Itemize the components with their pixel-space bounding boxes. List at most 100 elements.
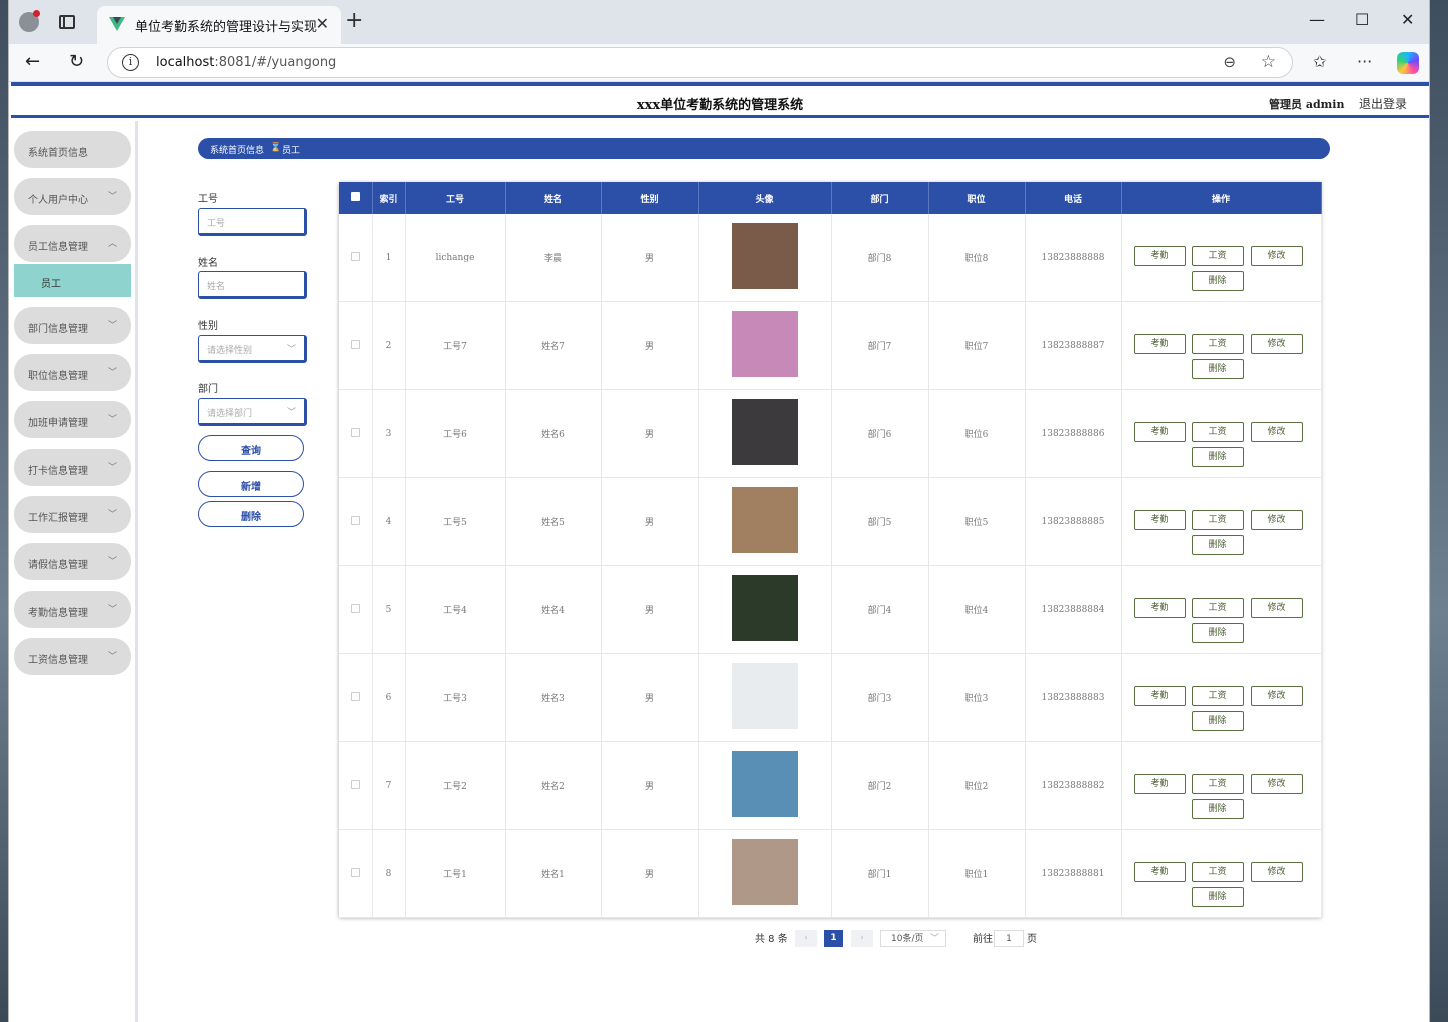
edit-button[interactable]: 修改 bbox=[1250, 598, 1303, 619]
xingbie-select[interactable]: 请选择性别 ﹀ bbox=[198, 335, 307, 363]
close-tab-icon[interactable]: ✕ bbox=[316, 14, 329, 33]
row-checkbox[interactable] bbox=[350, 779, 360, 789]
row-select-cell[interactable] bbox=[339, 653, 373, 743]
prev-page-icon[interactable]: ‹ bbox=[795, 930, 817, 947]
avatar[interactable] bbox=[731, 487, 798, 554]
sidebar-item-reports[interactable]: 工作汇报管理 ﹀ bbox=[14, 496, 131, 533]
delete-row-button[interactable]: 删除 bbox=[1191, 359, 1244, 380]
avatar[interactable] bbox=[731, 839, 798, 906]
row-checkbox[interactable] bbox=[350, 251, 360, 261]
minimize-icon[interactable]: — bbox=[1309, 10, 1325, 29]
delete-button[interactable]: 删除 bbox=[198, 501, 304, 527]
copilot-icon[interactable] bbox=[1397, 52, 1419, 74]
attendance-button[interactable]: 考勤 bbox=[1133, 862, 1186, 883]
site-info-icon[interactable]: i bbox=[122, 54, 139, 71]
sidebar-item-leave[interactable]: 请假信息管理 ﹀ bbox=[14, 543, 131, 580]
salary-button[interactable]: 工资 bbox=[1191, 510, 1244, 531]
salary-button[interactable]: 工资 bbox=[1191, 246, 1244, 267]
sidebar-item-salary[interactable]: 工资信息管理 ﹀ bbox=[14, 638, 131, 675]
edit-button[interactable]: 修改 bbox=[1250, 334, 1303, 355]
more-options-icon[interactable]: ··· bbox=[1357, 52, 1372, 71]
avatar[interactable] bbox=[731, 663, 798, 730]
select-all-checkbox[interactable] bbox=[350, 192, 360, 201]
gonghao-input[interactable]: 工号 bbox=[198, 208, 307, 236]
delete-row-button[interactable]: 删除 bbox=[1191, 711, 1244, 732]
xingming-input[interactable]: 姓名 bbox=[198, 271, 307, 299]
favorites-icon[interactable]: ✩ bbox=[1313, 52, 1326, 71]
row-checkbox[interactable] bbox=[350, 427, 360, 437]
row-checkbox[interactable] bbox=[350, 691, 360, 701]
sidebar-item-attendance[interactable]: 考勤信息管理 ﹀ bbox=[14, 591, 131, 628]
add-button[interactable]: 新增 bbox=[198, 471, 304, 497]
avatar[interactable] bbox=[731, 311, 798, 378]
attendance-button[interactable]: 考勤 bbox=[1133, 510, 1186, 531]
salary-button[interactable]: 工资 bbox=[1191, 862, 1244, 883]
maximize-icon[interactable]: ☐ bbox=[1355, 10, 1369, 29]
sidebar-item-overtime[interactable]: 加班申请管理 ﹀ bbox=[14, 401, 131, 438]
attendance-button[interactable]: 考勤 bbox=[1133, 774, 1186, 795]
row-checkbox[interactable] bbox=[350, 515, 360, 525]
bumen-select[interactable]: 请选择部门 ﹀ bbox=[198, 398, 307, 426]
salary-button[interactable]: 工资 bbox=[1191, 598, 1244, 619]
row-select-cell[interactable] bbox=[339, 389, 373, 479]
row-select-cell[interactable] bbox=[339, 214, 373, 303]
tab-actions-icon[interactable] bbox=[59, 15, 75, 29]
delete-row-button[interactable]: 删除 bbox=[1191, 887, 1244, 908]
delete-row-button[interactable]: 删除 bbox=[1191, 535, 1244, 556]
edit-button[interactable]: 修改 bbox=[1250, 774, 1303, 795]
attendance-button[interactable]: 考勤 bbox=[1133, 334, 1186, 355]
edit-button[interactable]: 修改 bbox=[1250, 510, 1303, 531]
refresh-icon[interactable]: ↻ bbox=[69, 51, 84, 72]
browser-tab[interactable]: 单位考勤系统的管理设计与实现 ✕ bbox=[97, 6, 341, 44]
salary-button[interactable]: 工资 bbox=[1191, 686, 1244, 707]
sidebar-item-clockin[interactable]: 打卡信息管理 ﹀ bbox=[14, 449, 131, 486]
sidebar-item-profile[interactable]: 个人用户中心 ﹀ bbox=[14, 178, 131, 215]
row-checkbox[interactable] bbox=[350, 867, 360, 877]
sidebar-subitem-employee[interactable]: 员工 bbox=[14, 264, 131, 297]
row-select-cell[interactable] bbox=[339, 829, 373, 919]
back-arrow-icon[interactable]: ← bbox=[25, 51, 40, 72]
edit-button[interactable]: 修改 bbox=[1250, 686, 1303, 707]
salary-button[interactable]: 工资 bbox=[1191, 774, 1244, 795]
page-1-button[interactable]: 1 bbox=[824, 930, 843, 947]
edit-button[interactable]: 修改 bbox=[1250, 422, 1303, 443]
url-input[interactable]: i localhost:8081/#/yuangong ⊖ ☆ bbox=[107, 47, 1293, 78]
salary-button[interactable]: 工资 bbox=[1191, 334, 1244, 355]
delete-row-button[interactable]: 删除 bbox=[1191, 799, 1244, 820]
sidebar-item-positions[interactable]: 职位信息管理 ﹀ bbox=[14, 354, 131, 391]
sidebar-item-departments[interactable]: 部门信息管理 ﹀ bbox=[14, 307, 131, 344]
row-checkbox[interactable] bbox=[350, 339, 360, 349]
zoom-out-icon[interactable]: ⊖ bbox=[1223, 53, 1236, 71]
row-checkbox[interactable] bbox=[350, 603, 360, 613]
avatar[interactable] bbox=[731, 751, 798, 818]
attendance-button[interactable]: 考勤 bbox=[1133, 598, 1186, 619]
row-select-cell[interactable] bbox=[339, 477, 373, 567]
attendance-button[interactable]: 考勤 bbox=[1133, 422, 1186, 443]
avatar[interactable] bbox=[731, 399, 798, 466]
row-select-cell[interactable] bbox=[339, 565, 373, 655]
edit-button[interactable]: 修改 bbox=[1250, 246, 1303, 267]
attendance-button[interactable]: 考勤 bbox=[1133, 246, 1186, 267]
new-tab-icon[interactable]: + bbox=[345, 10, 363, 32]
query-button[interactable]: 查询 bbox=[198, 435, 304, 461]
delete-row-button[interactable]: 删除 bbox=[1191, 623, 1244, 644]
page-size-select[interactable]: 10条/页 ﹀ bbox=[880, 930, 946, 947]
logout-link[interactable]: 退出登录 bbox=[1359, 95, 1407, 112]
avatar[interactable] bbox=[731, 223, 798, 290]
row-select-cell[interactable] bbox=[339, 301, 373, 391]
sidebar-item-employees[interactable]: 员工信息管理 ︿ bbox=[14, 225, 131, 262]
edit-button[interactable]: 修改 bbox=[1250, 862, 1303, 883]
next-page-icon[interactable]: › bbox=[851, 930, 873, 947]
row-select-cell[interactable] bbox=[339, 741, 373, 831]
goto-page-input[interactable]: 1 bbox=[994, 930, 1024, 947]
delete-row-button[interactable]: 删除 bbox=[1191, 271, 1244, 292]
delete-row-button[interactable]: 删除 bbox=[1191, 447, 1244, 468]
attendance-button[interactable]: 考勤 bbox=[1133, 686, 1186, 707]
close-window-icon[interactable]: ✕ bbox=[1401, 10, 1414, 29]
sidebar-item-home[interactable]: 系统首页信息 bbox=[14, 131, 131, 168]
salary-button[interactable]: 工资 bbox=[1191, 422, 1244, 443]
select-all-header[interactable] bbox=[339, 182, 373, 214]
favorite-star-icon[interactable]: ☆ bbox=[1261, 52, 1276, 72]
avatar[interactable] bbox=[731, 575, 798, 642]
breadcrumb-home[interactable]: 系统首页信息 bbox=[210, 143, 264, 156]
